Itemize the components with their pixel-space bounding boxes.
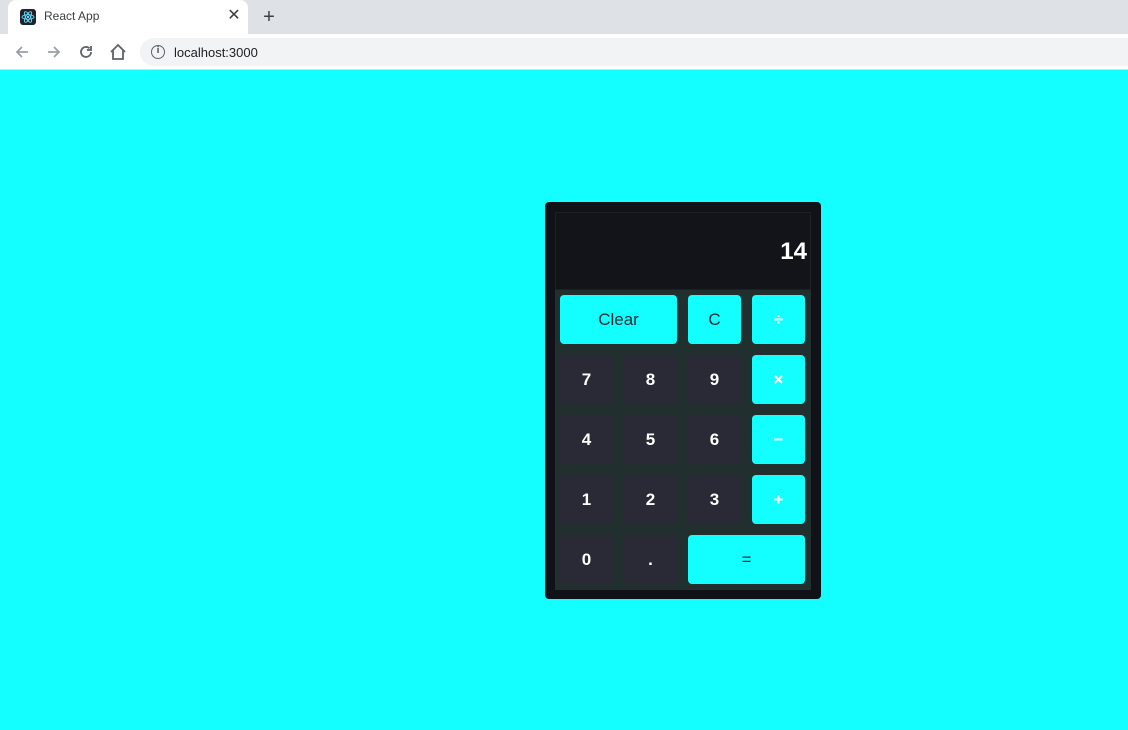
decimal-point-button[interactable]: . [624,535,677,584]
browser-tab[interactable]: React App ✕ [8,0,248,34]
digit-2-button[interactable]: 2 [624,475,677,524]
tab-title: React App [44,9,100,23]
home-icon[interactable] [108,42,128,62]
close-tab-icon[interactable]: ✕ [225,7,243,25]
digit-4-button[interactable]: 4 [560,415,613,464]
digit-1-button[interactable]: 1 [560,475,613,524]
clear-button[interactable]: Clear [560,295,677,344]
reload-icon[interactable] [76,42,96,62]
calculator-display: 14 [555,212,811,290]
equals-button[interactable]: = [688,535,805,584]
address-bar[interactable]: i localhost:3000 [140,38,1128,66]
display-value: 14 [780,238,807,265]
site-info-icon[interactable]: i [151,45,165,59]
digit-9-button[interactable]: 9 [688,355,741,404]
plus-button[interactable]: + [752,475,805,524]
backspace-button[interactable]: C [688,295,741,344]
back-arrow-icon[interactable] [12,42,32,62]
browser-tabstrip: React App ✕ + [0,0,1128,34]
digit-5-button[interactable]: 5 [624,415,677,464]
minus-button[interactable]: − [752,415,805,464]
divide-button[interactable]: ÷ [752,295,805,344]
react-logo-icon [20,9,36,25]
calculator: 14 Clear C ÷ 7 8 9 × 4 5 6 − 1 2 3 + 0 .… [545,202,821,599]
digit-0-button[interactable]: 0 [560,535,613,584]
digit-3-button[interactable]: 3 [688,475,741,524]
url-text[interactable]: localhost:3000 [174,45,258,60]
forward-arrow-icon[interactable] [44,42,64,62]
calculator-body: 14 Clear C ÷ 7 8 9 × 4 5 6 − 1 2 3 + 0 .… [555,212,811,590]
new-tab-button[interactable]: + [258,6,280,28]
browser-toolbar: i localhost:3000 [0,34,1128,70]
digit-6-button[interactable]: 6 [688,415,741,464]
digit-8-button[interactable]: 8 [624,355,677,404]
multiply-button[interactable]: × [752,355,805,404]
digit-7-button[interactable]: 7 [560,355,613,404]
